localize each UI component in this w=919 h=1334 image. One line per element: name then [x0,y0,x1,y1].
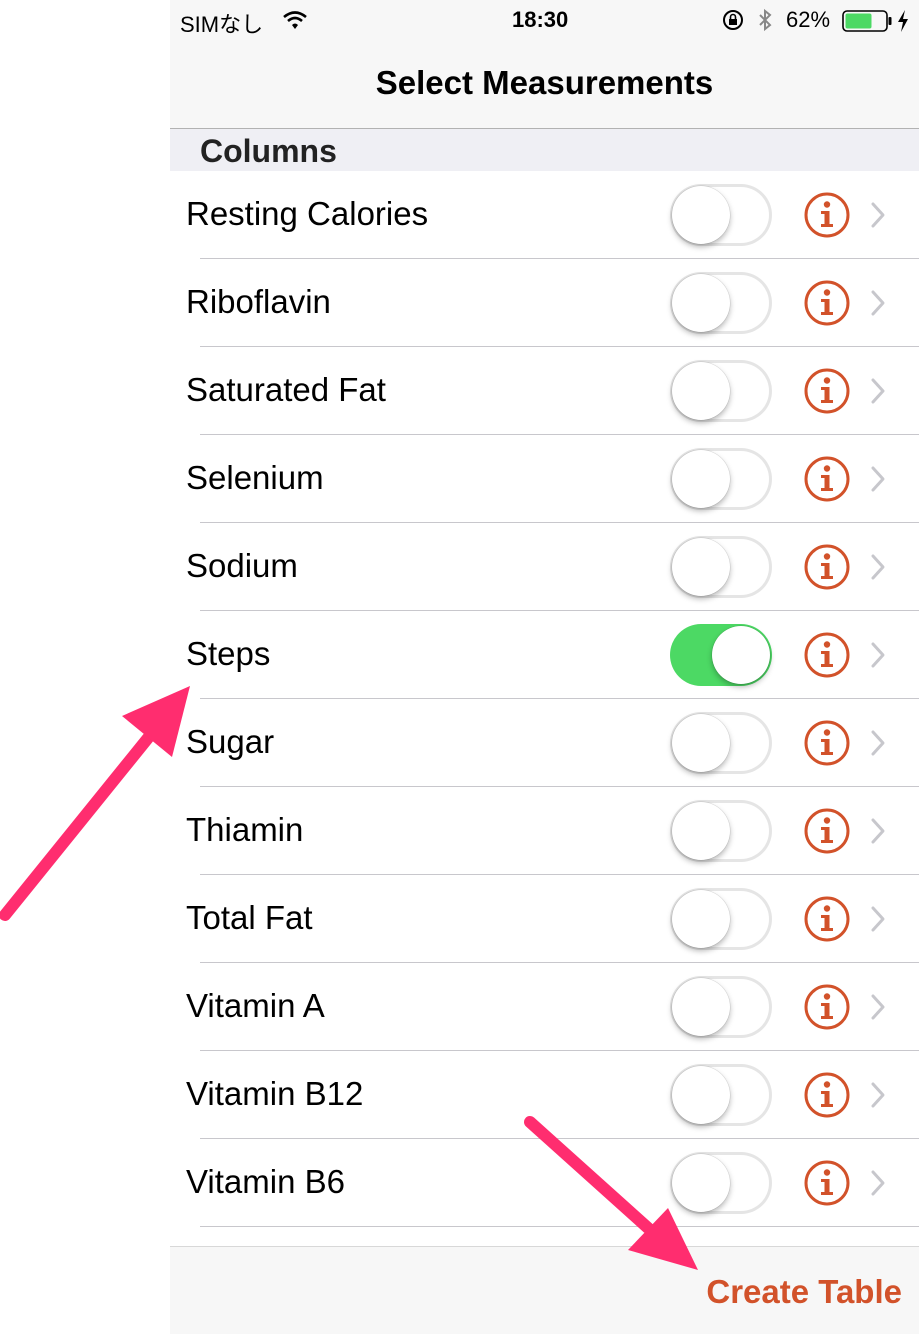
measurement-toggle[interactable] [670,1152,772,1214]
toggle-knob [672,802,730,860]
measurement-row[interactable]: Vitamin B6 [170,1139,919,1227]
page-title: Select Measurements [375,64,714,101]
section-header: Columns [170,129,919,171]
info-icon[interactable] [803,983,851,1031]
info-icon[interactable] [803,279,851,327]
measurement-row[interactable]: Thiamin [170,787,919,875]
measurement-row[interactable]: Riboflavin [170,259,919,347]
measurement-toggle[interactable] [670,624,772,686]
info-icon[interactable] [803,367,851,415]
info-icon[interactable] [803,1159,851,1207]
measurement-toggle[interactable] [670,712,772,774]
chevron-right-icon[interactable] [870,729,886,757]
toggle-knob [712,626,770,684]
measurement-label: Vitamin B6 [186,1163,345,1200]
measurement-row[interactable]: Selenium [170,435,919,523]
info-icon[interactable] [803,631,851,679]
status-bar: SIMなし 18:30 62% [170,0,919,40]
bluetooth-icon [759,8,772,32]
chevron-right-icon[interactable] [870,641,886,669]
measurement-label: Total Fat [186,899,313,936]
battery-icon [842,10,892,32]
status-time: 18:30 [512,7,569,32]
toggle-knob [672,450,730,508]
measurement-label: Saturated Fat [186,371,386,408]
measurement-row[interactable]: Steps [170,611,919,699]
toggle-knob [672,362,730,420]
measurement-label: Sodium [186,547,298,584]
measurement-row[interactable]: Sugar [170,699,919,787]
section-title: Columns [200,133,337,169]
carrier-label: SIMなし [180,12,264,37]
measurement-toggle[interactable] [670,1064,772,1126]
info-icon[interactable] [803,1071,851,1119]
measurement-toggle[interactable] [670,184,772,246]
toggle-knob [672,714,730,772]
toggle-knob [672,1066,730,1124]
measurement-toggle[interactable] [670,272,772,334]
measurement-label: Steps [186,635,271,672]
measurement-label: Thiamin [186,811,304,848]
info-icon[interactable] [803,191,851,239]
measurement-row[interactable]: Sodium [170,523,919,611]
toggle-knob [672,1154,730,1212]
chevron-right-icon[interactable] [870,465,886,493]
measurement-toggle[interactable] [670,888,772,950]
info-icon[interactable] [803,719,851,767]
chevron-right-icon[interactable] [870,1169,886,1197]
charging-bolt-icon [898,10,908,32]
wifi-icon [283,11,307,29]
create-table-button[interactable]: Create Table [706,1273,902,1311]
measurement-row[interactable]: Total Fat [170,875,919,963]
toggle-knob [672,890,730,948]
chevron-right-icon[interactable] [870,289,886,317]
navigation-bar: Select Measurements [170,40,919,129]
lock-rotation-icon [723,10,743,30]
toggle-knob [672,538,730,596]
battery-percent: 62% [786,7,831,32]
chevron-right-icon[interactable] [870,201,886,229]
measurement-toggle[interactable] [670,536,772,598]
row-separator [200,1226,919,1227]
measurement-label: Selenium [186,459,324,496]
measurement-toggle[interactable] [670,976,772,1038]
measurement-label: Sugar [186,723,275,760]
measurement-label: Vitamin B12 [186,1075,364,1112]
chevron-right-icon[interactable] [870,377,886,405]
bottom-toolbar: Create Table [170,1246,919,1334]
measurement-row[interactable]: Vitamin B12 [170,1051,919,1139]
measurement-row[interactable]: Resting Calories [170,171,919,259]
info-icon[interactable] [803,543,851,591]
info-icon[interactable] [803,807,851,855]
chevron-right-icon[interactable] [870,817,886,845]
toggle-knob [672,274,730,332]
info-icon[interactable] [803,895,851,943]
measurement-list: Resting Calories Riboflavin Saturated Fat S… [170,171,919,1227]
chevron-right-icon[interactable] [870,1081,886,1109]
measurement-toggle[interactable] [670,360,772,422]
arrow-to-steps [0,686,190,921]
measurement-label: Resting Calories [186,195,429,232]
measurement-label: Riboflavin [186,283,331,320]
measurement-row[interactable]: Vitamin A [170,963,919,1051]
chevron-right-icon[interactable] [870,993,886,1021]
phone-screen: SIMなし 18:30 62% Select Measurements Colu… [170,0,919,1334]
chevron-right-icon[interactable] [870,905,886,933]
measurement-row[interactable]: Saturated Fat [170,347,919,435]
toggle-knob [672,186,730,244]
measurement-toggle[interactable] [670,800,772,862]
info-icon[interactable] [803,455,851,503]
chevron-right-icon[interactable] [870,553,886,581]
toggle-knob [672,978,730,1036]
measurement-label: Vitamin A [186,987,325,1024]
measurement-toggle[interactable] [670,448,772,510]
